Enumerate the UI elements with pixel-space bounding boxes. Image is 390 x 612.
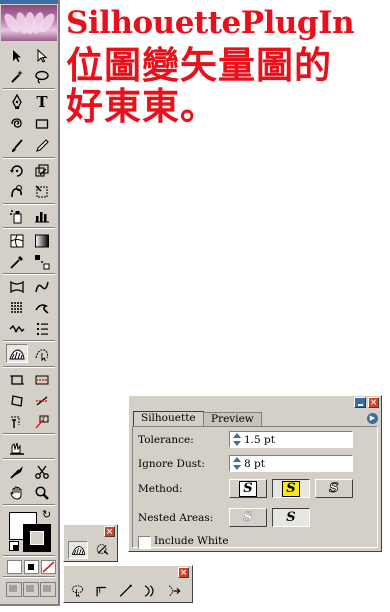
measure-hand-icon[interactable] <box>6 438 28 457</box>
tolerance-field[interactable] <box>229 431 353 448</box>
lasso-icon[interactable] <box>31 67 53 86</box>
app-logo[interactable] <box>1 5 57 41</box>
ignore-dust-input[interactable] <box>244 456 349 471</box>
path-tools-palette: × <box>63 565 193 603</box>
gradient-icon[interactable] <box>31 231 53 250</box>
red-dash-frame-icon[interactable] <box>31 370 53 389</box>
silhouette-select-icon[interactable] <box>31 344 53 363</box>
silhouette-shape-icon[interactable] <box>68 541 88 559</box>
silhouette-shape-icon[interactable] <box>6 344 28 363</box>
tolerance-label: Tolerance: <box>138 434 194 446</box>
magic-wand-icon[interactable] <box>6 67 28 86</box>
tab-preview[interactable]: Preview <box>203 412 262 426</box>
scissors-icon[interactable] <box>31 462 53 481</box>
scale-icon[interactable] <box>31 161 53 180</box>
lasso-select-icon[interactable] <box>68 583 86 599</box>
silhouette-panel: × Silhouette Preview ▶ Tolerance: Ignore… <box>128 395 382 552</box>
curve-icon[interactable] <box>140 583 158 599</box>
headline-line-2: 位圖變矢量圖的 <box>66 43 332 87</box>
nested-white-icon: S <box>243 509 253 525</box>
spiral-icon[interactable] <box>6 114 28 133</box>
panel-menu-icon[interactable]: ▶ <box>367 413 378 424</box>
gradient-mode-icon[interactable] <box>24 560 39 574</box>
shear-frame-icon[interactable] <box>6 391 28 410</box>
column-graph-icon[interactable] <box>31 206 53 225</box>
line-icon[interactable] <box>116 583 134 599</box>
method-black-button[interactable]: S <box>229 479 267 498</box>
none-mode-icon[interactable] <box>41 560 56 574</box>
smooth-stroke-icon[interactable] <box>31 298 53 317</box>
red-slice-icon[interactable] <box>31 391 53 410</box>
rectangle-icon[interactable] <box>31 114 53 133</box>
selection-arrow-icon[interactable] <box>6 46 28 65</box>
text-frame-icon[interactable] <box>6 412 28 431</box>
nested-dark-icon: S <box>286 509 296 525</box>
free-transform-icon[interactable] <box>31 182 53 201</box>
tab-silhouette[interactable]: Silhouette <box>133 411 204 426</box>
ignore-dust-label: Ignore Dust: <box>138 458 205 470</box>
blend-icon[interactable] <box>31 252 53 271</box>
include-white-checkbox[interactable] <box>138 536 151 549</box>
color-mode-icon[interactable] <box>7 560 22 574</box>
tolerance-stepper-icon[interactable] <box>232 433 241 446</box>
tools-title-bar[interactable] <box>0 0 58 4</box>
curve-arrow-icon[interactable] <box>164 583 182 599</box>
warp-icon[interactable] <box>6 182 28 201</box>
crop-frame-icon[interactable] <box>6 370 28 389</box>
ignore-dust-stepper-icon[interactable] <box>232 457 241 470</box>
close-icon[interactable]: × <box>368 397 379 408</box>
pencil-icon[interactable] <box>31 136 53 155</box>
stroke-swatch[interactable] <box>23 524 51 552</box>
include-white-label: Include White <box>154 535 229 547</box>
mesh-icon[interactable] <box>6 231 28 250</box>
silhouette-tools-palette: × <box>63 524 118 562</box>
method-yellow-button[interactable]: S <box>272 479 310 498</box>
nested-areas-label: Nested Areas: <box>138 512 214 524</box>
panel-body: Tolerance: Ignore Dust: Method: S S S Ne… <box>132 426 378 549</box>
default-colors-icon[interactable] <box>9 541 19 551</box>
type-icon[interactable]: T <box>31 92 53 111</box>
method-outline-icon: S <box>329 480 339 496</box>
method-yellow-icon: S <box>282 480 300 497</box>
eyedropper-icon[interactable] <box>6 252 28 271</box>
headline-line-3: 好東東。 <box>66 84 218 128</box>
pen-icon[interactable] <box>6 92 28 111</box>
close-icon[interactable]: × <box>104 526 115 537</box>
headline-line-1: SilhouettePlugIn <box>66 5 355 41</box>
method-black-icon: S <box>239 480 257 497</box>
knife-icon[interactable] <box>6 462 28 481</box>
direct-selection-icon[interactable] <box>31 46 53 65</box>
headline: SilhouettePlugIn 位圖變矢量圖的 好東東。 <box>66 8 386 125</box>
wave-icon[interactable] <box>31 277 53 296</box>
full-screen-mode-icon[interactable] <box>40 582 56 597</box>
list-align-icon[interactable] <box>31 319 53 338</box>
svg-text:T: T <box>41 417 46 423</box>
close-icon[interactable]: × <box>178 567 189 578</box>
method-outline-button[interactable]: S <box>315 479 353 498</box>
envelope-warp-icon[interactable] <box>6 277 28 296</box>
zigzag-path-icon[interactable] <box>6 319 28 338</box>
full-screen-menu-mode-icon[interactable] <box>23 582 39 597</box>
panel-title-bar[interactable] <box>129 396 381 409</box>
rotate-icon[interactable] <box>6 161 28 180</box>
nested-white-button[interactable]: S <box>229 508 267 527</box>
silhouette-sweep-icon[interactable] <box>93 541 111 557</box>
nested-dark-button[interactable]: S <box>272 508 310 527</box>
paintbrush-icon[interactable] <box>6 136 28 155</box>
standard-screen-mode-icon[interactable] <box>6 582 22 597</box>
swap-fill-stroke-icon[interactable]: ↻ <box>42 508 51 521</box>
minimize-icon[interactable] <box>354 397 366 408</box>
palette-title-bar-2[interactable] <box>64 566 192 578</box>
hand-icon[interactable] <box>6 483 28 502</box>
tools-panel: T T ↻ <box>0 0 60 606</box>
tolerance-input[interactable] <box>244 432 349 447</box>
corner-icon[interactable] <box>92 583 110 599</box>
symbol-sprayer-icon[interactable] <box>6 206 28 225</box>
ignore-dust-field[interactable] <box>229 455 353 472</box>
text-frame-red-icon[interactable]: T <box>31 412 53 431</box>
method-label: Method: <box>138 483 183 495</box>
dot-grid-icon[interactable] <box>6 298 28 317</box>
zoom-icon[interactable] <box>31 483 53 502</box>
